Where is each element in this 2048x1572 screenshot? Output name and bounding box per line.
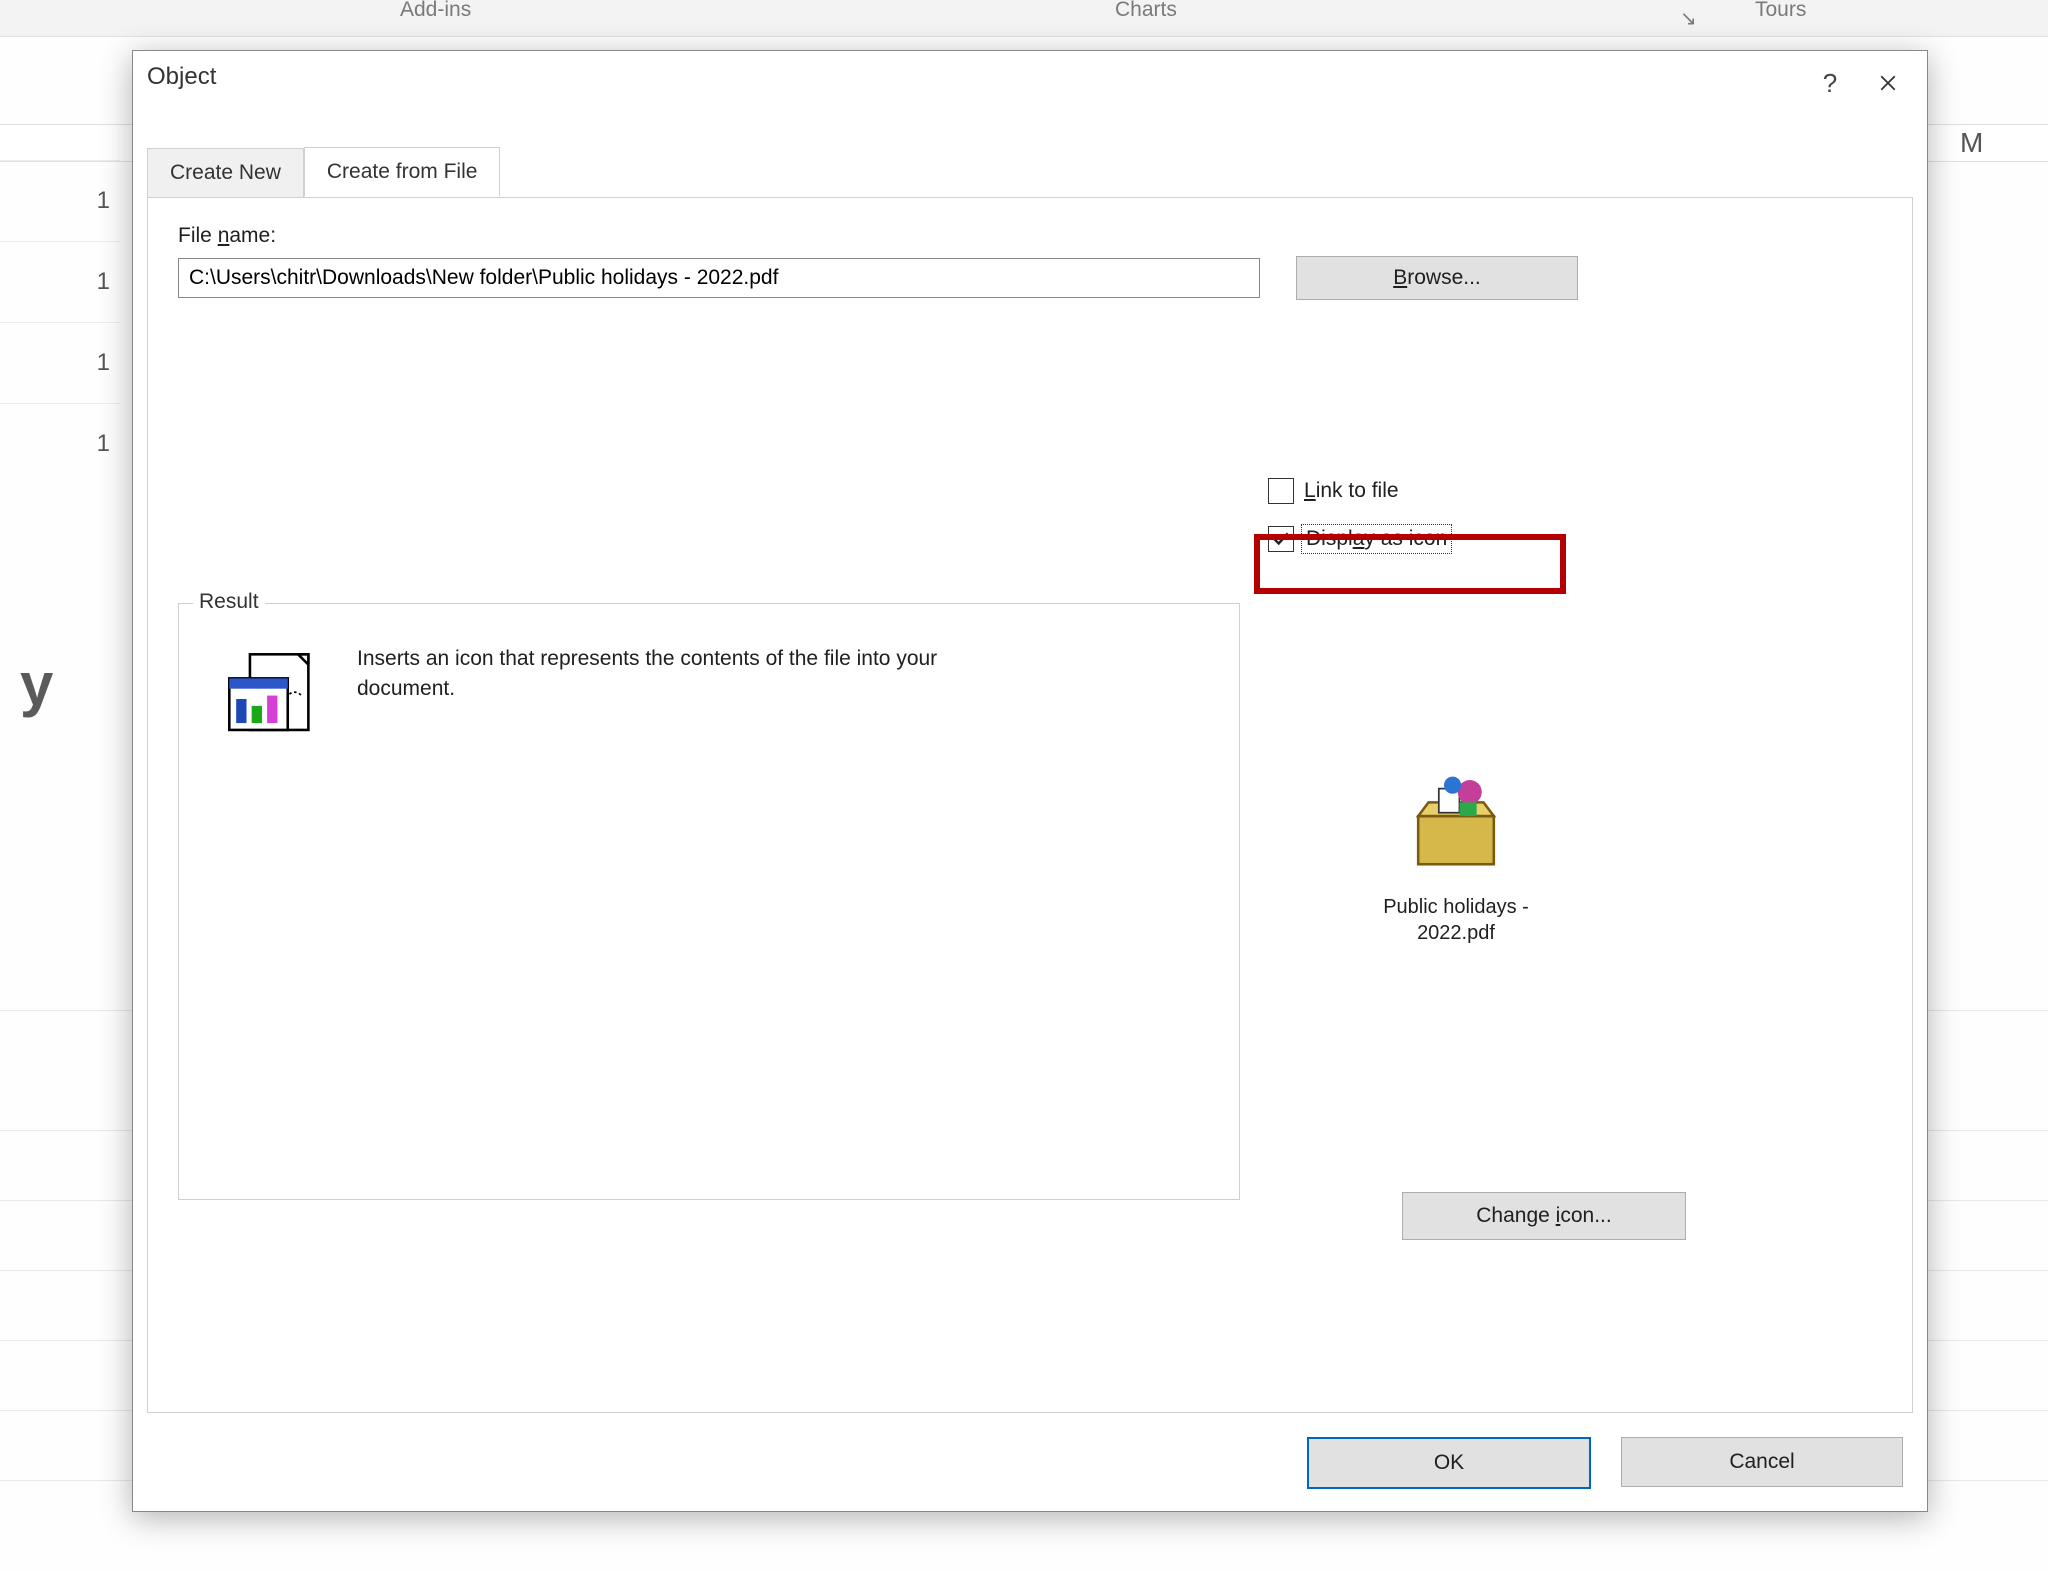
result-legend: Result: [193, 590, 265, 614]
object-dialog: Object ? Create New Create from File Fil…: [132, 50, 1928, 1512]
change-icon-button[interactable]: Change icon...: [1402, 1192, 1686, 1240]
file-name-input[interactable]: [178, 258, 1260, 298]
checkmark-icon: [1272, 530, 1290, 548]
icon-preview-caption: Public holidays - 2022.pdf: [1346, 894, 1566, 946]
cancel-button[interactable]: Cancel: [1621, 1437, 1903, 1487]
column-header-M[interactable]: M: [1960, 127, 1983, 159]
dialog-footer: OK Cancel: [1307, 1437, 1903, 1489]
tab-page-create-from-file: File name: Browse... Link to file Displa…: [147, 197, 1913, 1413]
link-to-file-label: Link to file: [1304, 479, 1399, 503]
result-description: Inserts an icon that represents the cont…: [357, 644, 997, 754]
checkbox-box-icon: [1268, 526, 1294, 552]
ribbon-groups: Add-ins Charts Tours ↘: [0, 0, 2048, 37]
close-button[interactable]: [1859, 63, 1917, 103]
close-icon: [1879, 74, 1897, 92]
package-icon: [1401, 768, 1511, 878]
result-groupbox: Result Inserts an icon that: [178, 603, 1240, 1200]
dialog-title: Object: [147, 63, 1801, 91]
ribbon-group-charts: Charts: [1115, 0, 1177, 22]
display-as-icon-label: Display as icon: [1304, 527, 1449, 551]
tab-create-from-file[interactable]: Create from File: [304, 147, 501, 197]
checkbox-box-icon: [1268, 478, 1294, 504]
dialog-titlebar: Object ?: [133, 51, 1927, 123]
tab-create-new[interactable]: Create New: [147, 148, 304, 197]
ribbon-group-addins: Add-ins: [400, 0, 471, 22]
ok-button[interactable]: OK: [1307, 1437, 1591, 1489]
file-name-label: File name:: [178, 224, 1882, 248]
dialog-launcher-icon[interactable]: ↘: [1680, 6, 1697, 31]
dialog-tabs: Create New Create from File: [147, 147, 500, 197]
embedded-doc-icon: [219, 644, 329, 754]
browse-button[interactable]: Browse...: [1296, 256, 1578, 300]
display-as-icon-checkbox[interactable]: Display as icon: [1268, 526, 1449, 552]
row-header[interactable]: 1: [0, 241, 120, 322]
ribbon-group-tours: Tours: [1755, 0, 1806, 22]
help-button[interactable]: ?: [1801, 63, 1859, 103]
row-header[interactable]: 1: [0, 160, 120, 241]
link-to-file-checkbox[interactable]: Link to file: [1268, 478, 1449, 504]
icon-preview: Public holidays - 2022.pdf: [1346, 768, 1566, 946]
